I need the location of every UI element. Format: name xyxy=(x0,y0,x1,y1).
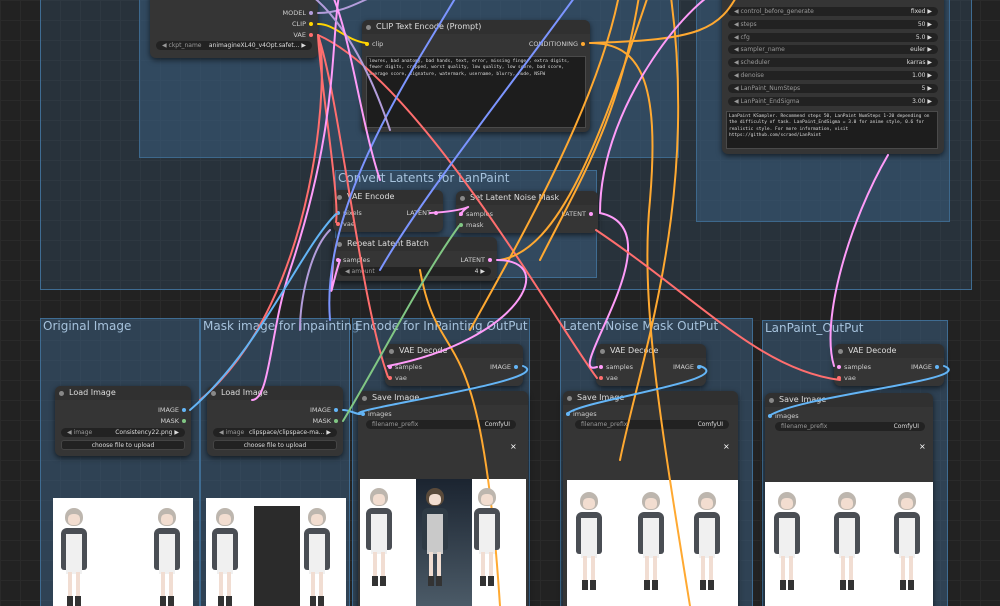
character-figure xyxy=(890,484,924,606)
character-figure xyxy=(830,484,864,606)
character-figure xyxy=(208,500,242,606)
character-figure xyxy=(57,500,91,606)
character-figure xyxy=(634,484,668,606)
node-graph-canvas[interactable]: Convert Latents for LanPaint Original Im… xyxy=(0,0,1000,606)
character-figure xyxy=(150,500,184,606)
character-figure xyxy=(572,484,606,606)
character-figure xyxy=(470,480,504,606)
character-figure xyxy=(362,480,396,606)
character-figure xyxy=(690,484,724,606)
character-figure xyxy=(770,484,804,606)
character-figure xyxy=(300,500,334,606)
character-figure xyxy=(418,480,452,606)
